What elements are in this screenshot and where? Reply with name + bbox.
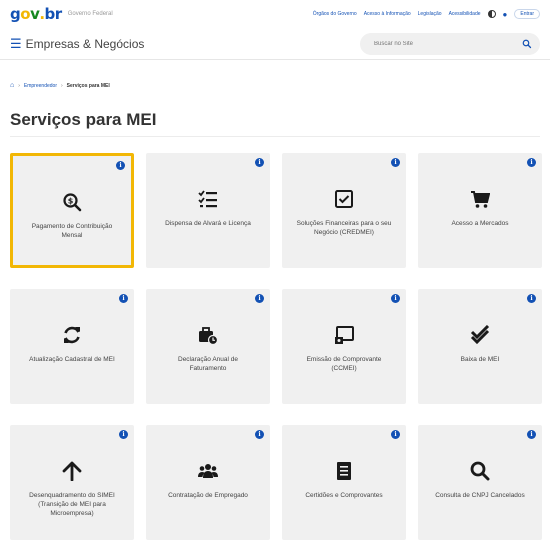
title-divider [10,136,540,137]
toplink-legislacao[interactable]: Legislação [418,11,442,17]
info-icon[interactable]: i [391,158,400,167]
site-title[interactable]: Empresas & Negócios [26,37,145,51]
home-icon[interactable]: ⌂ [10,82,14,89]
breadcrumb-separator: › [60,82,63,89]
users-icon [198,460,218,482]
document-icon [334,460,354,482]
card-label: Consulta de CNPJ Cancelados [435,492,525,499]
info-icon[interactable]: i [391,430,400,439]
info-icon[interactable]: i [116,161,125,170]
hamburger-icon[interactable]: ☰ [10,37,22,50]
info-icon[interactable]: i [527,158,536,167]
entrar-button[interactable]: Entrar [514,9,540,19]
breadcrumb: ⌂ › Empreendedor › Serviços para MEI [10,82,110,89]
info-icon[interactable]: i [119,430,128,439]
card-solucoes-financeiras[interactable]: i Soluções Financeiras para o seu Negóci… [282,153,406,268]
search-dollar-icon: $ [62,191,82,213]
card-atualizacao-cadastral[interactable]: i Atualização Cadastral de MEI [10,289,134,404]
card-label: Soluções Financeiras para o seu Negócio … [296,220,392,236]
card-acesso-mercados[interactable]: i Acesso a Mercados [418,153,542,268]
card-label: Desenquadramento do SIMEI (Transição de … [29,492,115,517]
card-consulta-cnpj[interactable]: i Consulta de CNPJ Cancelados [418,425,542,540]
site-header: ☰ Empresas & Negócios [0,28,550,60]
arrow-up-icon [62,460,82,482]
info-icon[interactable]: i [391,294,400,303]
card-label: Dispensa de Alvará e Licença [165,220,251,227]
contrast-icon[interactable] [487,10,496,18]
info-icon[interactable]: i [255,294,264,303]
card-label: Pagamento de Contribuição Mensal [31,223,113,239]
card-label: Baixa de MEI [460,356,500,363]
breadcrumb-separator: › [18,82,20,89]
toplink-acesso-informacao[interactable]: Acesso à Informação [364,11,411,17]
cart-icon [470,188,490,210]
double-check-icon [470,324,490,346]
checkbox-icon [334,188,354,210]
sync-icon [62,324,82,346]
card-dispensa-alvara[interactable]: i Dispensa de Alvará e Licença [146,153,270,268]
info-icon[interactable]: i [527,430,536,439]
page-title: Serviços para MEI [10,110,157,129]
info-icon[interactable]: i [255,158,264,167]
toplink-acessibilidade[interactable]: Acessibilidade [449,11,481,17]
svg-text:$: $ [68,196,74,205]
toplink-orgaos[interactable]: Órgãos do Governo [313,11,357,17]
card-label: Emissão de Comprovante (CCMEI) [306,356,382,372]
card-desenquadramento[interactable]: i Desenquadramento do SIMEI (Transição d… [10,425,134,540]
card-emissao-comprovante[interactable]: i Emissão de Comprovante (CCMEI) [282,289,406,404]
info-icon[interactable]: i [255,430,264,439]
card-pagamento-contribuicao[interactable]: i $ Pagamento de Contribuição Mensal [10,153,134,268]
gov-topbar: gov.br Governo Federal Órgãos do Governo… [0,0,550,28]
card-baixa-mei[interactable]: i Baixa de MEI [418,289,542,404]
card-label: Certidões e Comprovantes [305,492,383,499]
gov-subtitle: Governo Federal [67,11,113,17]
info-icon[interactable]: i [527,294,536,303]
search-icon [470,460,490,482]
card-label: Contratação de Empregado [168,492,248,499]
certificate-icon [334,324,354,346]
breadcrumb-current: Serviços para MEI [66,82,110,89]
briefcase-clock-icon [198,324,218,346]
top-links: Órgãos do Governo Acesso à Informação Le… [313,9,540,19]
search-icon[interactable] [522,39,532,49]
user-icon: ● [502,9,508,19]
search-input[interactable] [374,40,522,47]
breadcrumb-empreendedor[interactable]: Empreendedor [24,83,57,89]
card-contratacao-empregado[interactable]: i Contratação de Empregado [146,425,270,540]
card-label: Acesso a Mercados [451,220,509,227]
card-declaracao-anual[interactable]: i Declaração Anual de Faturamento [146,289,270,404]
card-certidoes[interactable]: i Certidões e Comprovantes [282,425,406,540]
info-icon[interactable]: i [119,294,128,303]
card-label: Declaração Anual de Faturamento [178,356,238,372]
govbr-logo[interactable]: gov.br [10,5,62,23]
list-check-icon [198,188,218,210]
card-label: Atualização Cadastral de MEI [29,356,115,363]
search-box[interactable] [360,32,540,55]
